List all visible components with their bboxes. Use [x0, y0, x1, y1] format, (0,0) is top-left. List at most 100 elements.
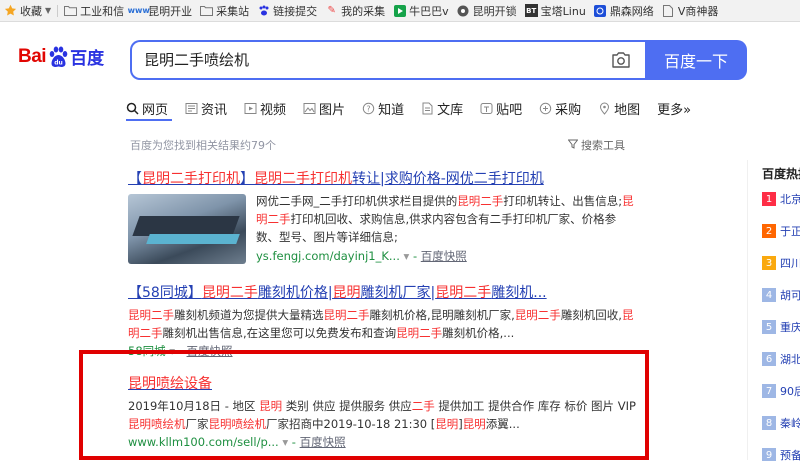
hot-rank-badge: 2	[762, 224, 776, 238]
tab-images[interactable]: 图片	[303, 99, 345, 118]
result-thumbnail[interactable]	[128, 194, 246, 264]
result-url[interactable]: ys.fengj.com/dayinj1_K... ▾ - 百度快照	[256, 248, 636, 264]
baidu-paw-icon: du	[47, 46, 69, 68]
search-input[interactable]	[144, 42, 584, 78]
search-icon	[126, 102, 139, 115]
chevron-down-icon: ▾	[169, 344, 176, 358]
search-box	[130, 40, 645, 80]
bookmark-item[interactable]: 链接提交	[253, 0, 321, 21]
hot-rank-badge: 3	[762, 256, 776, 270]
folder-icon	[200, 4, 214, 17]
tab-map[interactable]: 地图	[598, 99, 640, 118]
tab-more[interactable]: 更多»	[657, 99, 691, 118]
cart-icon	[539, 102, 552, 115]
snapshot-link[interactable]: 百度快照	[187, 344, 233, 358]
hot-search-item[interactable]: 4 胡可	[762, 287, 800, 303]
search-result: 【58同城】昆明二手雕刻机价格|昆明雕刻机厂家|昆明二手雕刻机... 昆明二手雕…	[128, 282, 638, 359]
hot-search-text: 四川	[780, 257, 800, 270]
play-icon	[393, 4, 406, 17]
svg-text:du: du	[54, 59, 63, 66]
bookmark-item[interactable]: BT 宝塔Linu	[521, 0, 590, 21]
bookmark-item[interactable]: 鼎森网络	[590, 0, 658, 21]
active-tab-indicator	[126, 119, 172, 121]
hot-search-item[interactable]: 8 秦岭	[762, 415, 800, 431]
paw-icon	[257, 4, 270, 17]
site-icon: www	[127, 6, 150, 15]
result-abstract: 2019年10月18日 - 地区 昆明 类别 供应 提供服务 供应二手 提供加工…	[128, 399, 636, 431]
hot-search-item[interactable]: 7 90后	[762, 383, 800, 399]
chevron-down-icon: ▼	[45, 6, 52, 15]
image-icon	[303, 102, 316, 115]
hot-search-panel: 百度热搜	[752, 165, 800, 182]
result-abstract: 昆明二手雕刻机频道为您提供大量精选昆明二手雕刻机价格,昆明雕刻机厂家,昆明二手雕…	[128, 308, 634, 340]
tab-tieba[interactable]: 贴吧	[480, 99, 522, 118]
tab-wenku[interactable]: 文库	[421, 99, 463, 118]
hot-rank-badge: 9	[762, 448, 776, 461]
column-divider	[747, 160, 748, 460]
tool-icon: ✎	[327, 5, 336, 16]
bookmark-item[interactable]: 牛巴巴v	[389, 0, 453, 21]
hot-rank-badge: 6	[762, 352, 776, 366]
lock-icon	[457, 4, 470, 17]
result-title-link[interactable]: 【昆明二手打印机】昆明二手打印机转让|求购价格-网优二手打印机	[128, 168, 638, 188]
search-button[interactable]: 百度一下	[645, 40, 747, 80]
hot-rank-badge: 5	[762, 320, 776, 334]
snapshot-link[interactable]: 百度快照	[421, 249, 467, 263]
chevron-down-icon: ▾	[403, 249, 410, 263]
hot-search-title: 百度热搜	[762, 167, 800, 181]
search-result: 【昆明二手打印机】昆明二手打印机转让|求购价格-网优二手打印机 网优二手网_二手…	[128, 168, 638, 264]
map-icon	[598, 102, 611, 115]
hot-search-item[interactable]: 9 预备	[762, 447, 800, 461]
question-icon: ?	[362, 102, 375, 115]
snapshot-link[interactable]: 百度快照	[300, 435, 346, 449]
bookmark-item[interactable]: 工业和信	[60, 0, 128, 21]
hot-search-text: 重庆	[780, 321, 800, 334]
bookmark-divider	[57, 4, 59, 17]
tab-zhidao[interactable]: ? 知道	[362, 99, 404, 118]
result-count: 百度为您找到相关结果约79个	[130, 139, 276, 152]
hot-search-item[interactable]: 2 于正	[762, 223, 800, 239]
result-abstract: 网优二手网_二手打印机供求栏目提供的昆明二手打印机转让、出售信息;昆明二手打印机…	[256, 194, 634, 244]
search-tabs: 网页 资讯 视频 图片 ? 知道 文库 贴吧 采购 地图 更多»	[126, 97, 708, 119]
camera-icon[interactable]	[611, 51, 631, 69]
baidu-logo[interactable]: Bai du 百度	[18, 44, 104, 70]
news-icon	[185, 102, 198, 115]
hot-search-text: 湖北	[780, 353, 800, 366]
tab-news[interactable]: 资讯	[185, 99, 227, 118]
hot-search-item[interactable]: 5 重庆	[762, 319, 800, 335]
svg-text:?: ?	[366, 104, 370, 113]
result-url[interactable]: www.kllm100.com/sell/p... ▾ - 百度快照	[128, 434, 638, 450]
result-title-link[interactable]: 【58同城】昆明二手雕刻机价格|昆明雕刻机厂家|昆明二手雕刻机...	[128, 282, 638, 302]
hot-search-item[interactable]: 3 四川	[762, 255, 800, 271]
bookmark-item[interactable]: 采集站	[196, 0, 253, 21]
hot-search-text: 胡可	[780, 289, 800, 302]
hot-search-text: 北京	[780, 193, 800, 206]
hot-search-text: 秦岭	[780, 417, 800, 430]
hot-rank-badge: 1	[762, 192, 776, 206]
search-tools-button[interactable]: 搜索工具	[567, 137, 625, 153]
hot-rank-badge: 8	[762, 416, 776, 430]
star-icon	[4, 4, 17, 17]
bookmark-item[interactable]: 昆明开锁	[453, 0, 521, 21]
globe-icon	[594, 4, 607, 17]
tab-caigou[interactable]: 采购	[539, 99, 581, 118]
filter-icon	[567, 139, 579, 152]
bookmark-favorites[interactable]: 收藏 ▼	[0, 0, 55, 21]
hot-rank-badge: 4	[762, 288, 776, 302]
bookmarks-bar: 收藏 ▼ 工业和信 www 昆明开业 采集站 链接提交 ✎ 我的采集 牛巴巴v 昆…	[0, 0, 800, 22]
result-url[interactable]: 58同城 ▾ - 百度快照	[128, 343, 638, 359]
tab-video[interactable]: 视频	[244, 99, 286, 118]
hot-search-item[interactable]: 6 湖北	[762, 351, 800, 367]
search-result: 昆明喷绘设备 2019年10月18日 - 地区 昆明 类别 供应 提供服务 供应…	[128, 373, 638, 450]
folder-icon	[64, 4, 78, 17]
video-icon	[244, 102, 257, 115]
bookmark-item[interactable]: ✎ 我的采集	[321, 0, 389, 21]
bookmark-item[interactable]: V商神器	[658, 0, 723, 21]
result-title-link[interactable]: 昆明喷绘设备	[128, 373, 638, 393]
hot-search-text: 预备	[780, 449, 800, 461]
hot-search-item[interactable]: 1 北京	[762, 191, 800, 207]
tab-web[interactable]: 网页	[126, 99, 168, 118]
bookmark-item[interactable]: www 昆明开业	[127, 0, 196, 21]
hot-search-text: 于正	[780, 225, 800, 238]
doc-icon	[421, 102, 434, 115]
